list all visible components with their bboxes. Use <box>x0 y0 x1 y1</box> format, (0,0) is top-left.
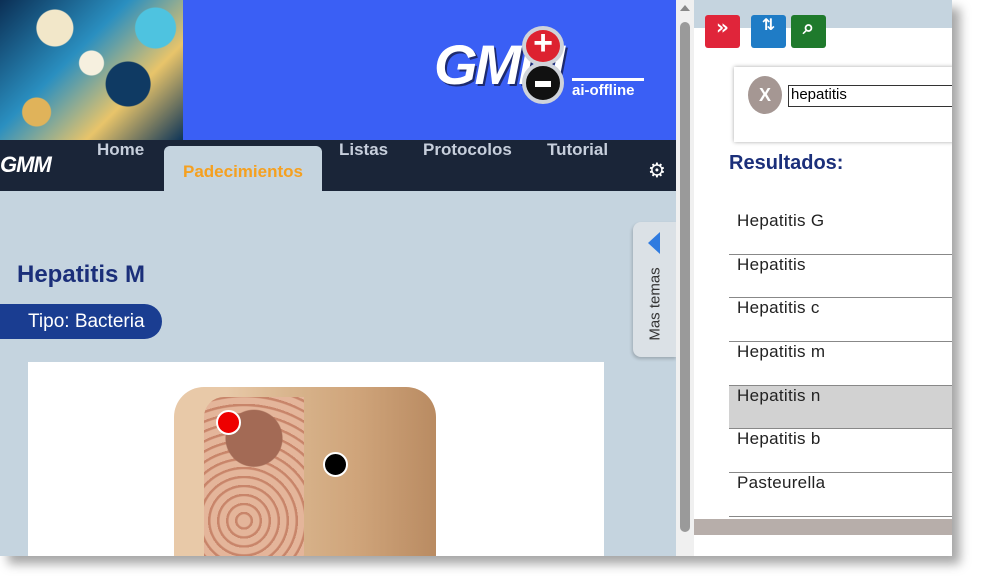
result-item[interactable]: Pasteurella <box>729 473 952 517</box>
page-title: Hepatitis M <box>17 261 146 288</box>
scrollbar-thumb[interactable] <box>680 22 690 532</box>
abdomen-illustration <box>174 387 436 556</box>
double-chevron-right-icon[interactable]: » <box>705 15 740 48</box>
main-navbar: GMM Home Padecimientos Listas Protocolos… <box>0 140 676 191</box>
result-item-highlighted[interactable]: Hepatitis n <box>729 385 952 430</box>
nav-tutorial[interactable]: Tutorial <box>547 140 608 191</box>
nav-logo[interactable]: GMM <box>0 152 52 178</box>
vertical-scrollbar[interactable] <box>676 0 694 556</box>
results-title: Resultados: <box>729 152 844 174</box>
result-item[interactable]: Hepatitis <box>729 255 952 299</box>
abstract-art-image <box>0 0 183 140</box>
more-topics-tab[interactable]: Mas temas <box>633 222 677 357</box>
nav-protocolos[interactable]: Protocolos <box>423 140 512 191</box>
result-item[interactable]: Hepatitis m <box>729 342 952 386</box>
result-item[interactable]: Hepatitis G <box>729 211 952 255</box>
nav-listas[interactable]: Listas <box>339 140 388 191</box>
sort-download-icon[interactable]: ⇅ <box>751 15 786 48</box>
plus-minus-badge-icon <box>522 24 564 104</box>
anatomy-card <box>28 362 604 556</box>
scroll-up-arrow-icon[interactable] <box>680 5 690 11</box>
type-badge: Tipo: Bacteria <box>0 304 162 339</box>
search-input[interactable]: hepatitis <box>788 85 952 107</box>
search-panel: » ⇅ ⌕ X hepatitis Resultados: Hepatitis … <box>694 0 952 556</box>
result-item[interactable]: Hepatitis c <box>729 298 952 343</box>
search-icon[interactable]: ⌕ <box>791 15 826 48</box>
result-item[interactable]: Hepatitis b <box>729 429 952 474</box>
app-window: GMM ai-offline GMM Home Padecimientos Li… <box>0 0 952 556</box>
triangle-left-icon <box>648 232 660 254</box>
nav-home[interactable]: Home <box>97 140 144 191</box>
black-marker[interactable] <box>323 452 348 477</box>
results-list: Hepatitis G Hepatitis Hepatitis c Hepati… <box>729 211 952 517</box>
logo-subtitle: ai-offline <box>572 82 635 99</box>
red-marker[interactable] <box>216 410 241 435</box>
app-logo: GMM ai-offline <box>434 24 654 106</box>
header-banner: GMM ai-offline <box>0 0 676 140</box>
nav-padecimientos[interactable]: Padecimientos <box>164 146 322 191</box>
gear-icon[interactable]: ⚙ <box>648 158 666 182</box>
more-topics-label: Mas temas <box>646 267 664 341</box>
clear-search-button[interactable]: X <box>748 76 782 114</box>
search-box: X hepatitis <box>734 67 952 142</box>
panel-footer-bar <box>694 519 952 535</box>
